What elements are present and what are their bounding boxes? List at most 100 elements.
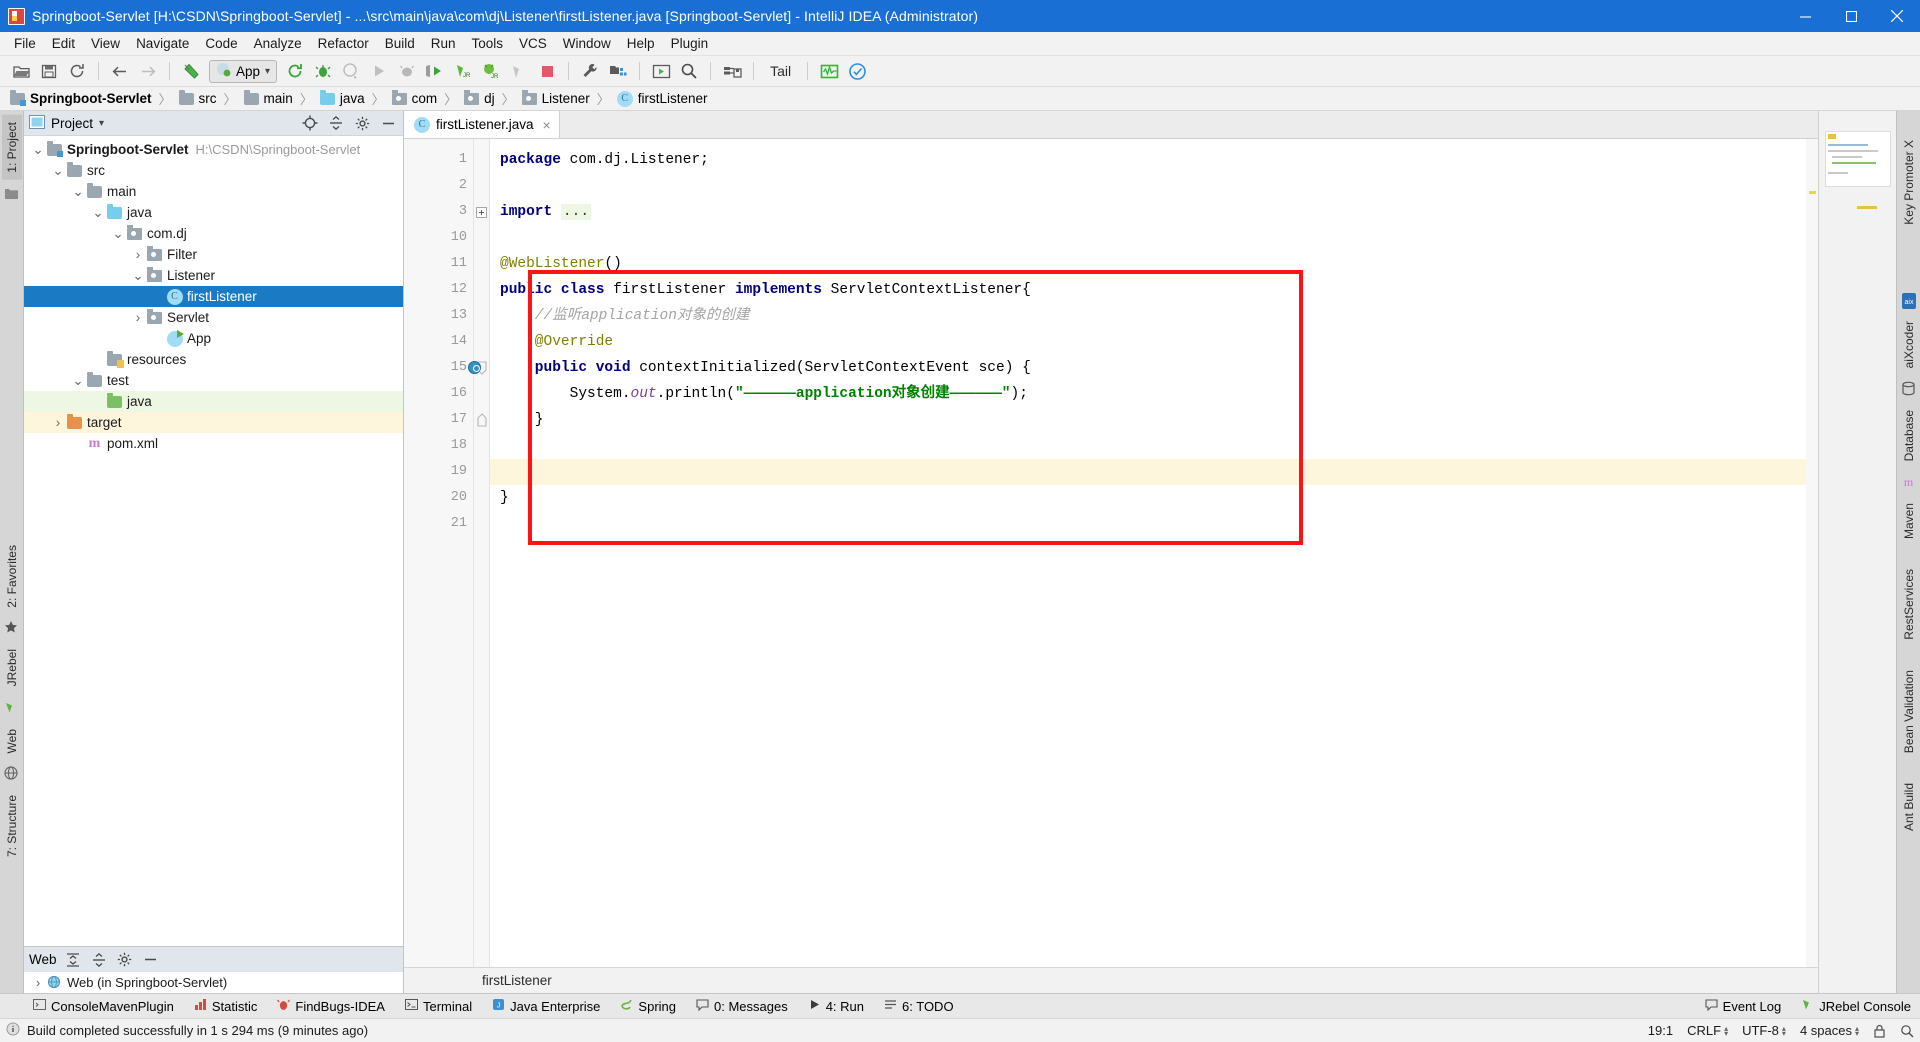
fold-region-end-icon[interactable] [474, 407, 489, 433]
forward-arrow-icon[interactable] [135, 59, 161, 84]
minimize-button[interactable] [1782, 0, 1828, 32]
chevron-down-icon[interactable]: ⌄ [90, 205, 106, 221]
line-number-2[interactable]: 2 [404, 173, 473, 199]
line-number-gutter[interactable]: 1 2 3 10 11 12 13 14 15 16 17 18 19 20 21 [404, 139, 481, 967]
menu-refactor[interactable]: Refactor [310, 34, 377, 53]
code-line-16[interactable]: System.out.println("——————application对象创… [490, 381, 1806, 407]
sidebar-item-jrebel[interactable]: JRebel [2, 642, 22, 693]
breadcrumb-item-com[interactable]: com [390, 89, 440, 106]
sidebar-item-restservices[interactable]: RestServices [1899, 562, 1919, 647]
tree-row-listener[interactable]: ⌄ Listener [24, 265, 403, 286]
tree-row-app[interactable]: App [24, 328, 403, 349]
debug-green-icon[interactable] [422, 59, 448, 84]
jrebel-icon[interactable] [4, 700, 20, 716]
bottom-tab-consolemavenplugin[interactable]: ConsoleMavenPlugin [24, 994, 183, 1019]
tree-row-servlet[interactable]: › Servlet [24, 307, 403, 328]
menu-analyze[interactable]: Analyze [246, 34, 310, 53]
bottom-tab-spring[interactable]: Spring [611, 994, 685, 1019]
menu-view[interactable]: View [83, 34, 128, 53]
structure-folder-icon[interactable] [4, 186, 20, 202]
code-line-20[interactable]: } [490, 485, 1806, 511]
close-button[interactable] [1874, 0, 1920, 32]
indent-selector[interactable]: 4 spaces ▴ ▾ [1800, 1023, 1859, 1038]
line-number-14[interactable]: 14 [404, 329, 473, 355]
database-icon[interactable] [1901, 381, 1917, 397]
menu-tools[interactable]: Tools [464, 34, 512, 53]
bottom-tab-terminal[interactable]: Terminal [396, 994, 481, 1019]
project-structure-icon[interactable] [605, 59, 631, 84]
sidebar-item-bean-validation[interactable]: Bean Validation [1899, 663, 1919, 760]
jrebel-debug-icon[interactable]: JR [478, 59, 504, 84]
check-circle-icon[interactable] [844, 59, 870, 84]
tree-row-resources[interactable]: resources [24, 349, 403, 370]
search-everywhere-icon[interactable] [676, 59, 702, 84]
menu-build[interactable]: Build [377, 34, 423, 53]
aixcoder-badge-icon[interactable]: aix [1901, 292, 1917, 309]
sidebar-item-aixcoder[interactable]: aiXcoder [1899, 314, 1919, 375]
chevron-down-icon[interactable]: ⌄ [50, 163, 66, 179]
hide-panel-icon[interactable] [141, 950, 161, 970]
bottom-tab-findbugs-idea[interactable]: FindBugs-IDEA [268, 994, 394, 1019]
sidebar-item-favorites[interactable]: 2: Favorites [2, 538, 22, 615]
code-minimap[interactable] [1825, 131, 1891, 187]
line-number-19[interactable]: 19 [404, 459, 473, 485]
editor-tab-firstlistener[interactable]: C firstListener.java × [404, 111, 560, 138]
code-line-12[interactable]: public class firstListener implements Se… [490, 277, 1806, 303]
warning-marker[interactable] [1809, 191, 1816, 194]
run-with-coverage-icon[interactable] [338, 59, 364, 84]
maven-icon[interactable]: m [1901, 474, 1917, 490]
code-line-17[interactable]: } [490, 407, 1806, 433]
line-number-1[interactable]: 1 [404, 147, 473, 173]
tree-row-firstlistener[interactable]: CfirstListener [24, 286, 403, 307]
run-icon[interactable] [366, 59, 392, 84]
bottom-tab-0-messages[interactable]: 0: Messages [687, 994, 797, 1019]
settings-wrench-icon[interactable] [577, 59, 603, 84]
lock-icon[interactable] [1873, 1024, 1886, 1038]
code-line-13[interactable]: //监听application对象的创建 [490, 303, 1806, 329]
bottom-tab-jrebel-console[interactable]: JRebel Console [1792, 994, 1920, 1019]
sidebar-item-structure[interactable]: 7: Structure [2, 788, 22, 864]
line-number-21[interactable]: 21 [404, 511, 473, 537]
update-app-icon[interactable] [648, 59, 674, 84]
menu-plugin[interactable]: Plugin [663, 34, 717, 53]
code-line-15[interactable]: public void contextInitialized(ServletCo… [490, 355, 1806, 381]
menu-edit[interactable]: Edit [44, 34, 83, 53]
close-icon[interactable]: × [543, 117, 551, 133]
sync-icon[interactable] [64, 59, 90, 84]
encoding-selector[interactable]: UTF-8 ▴ ▾ [1742, 1023, 1786, 1038]
run-configuration-selector[interactable]: App ▾ [209, 59, 278, 83]
sidebar-item-ant-build[interactable]: Ant Build [1899, 776, 1919, 838]
stop-profile-icon[interactable] [394, 59, 420, 84]
line-number-12[interactable]: 12 [404, 277, 473, 303]
locate-target-icon[interactable] [300, 113, 320, 133]
web-facet-row[interactable]: › Web (in Springboot-Servlet) [24, 972, 403, 993]
line-number-11[interactable]: 11 [404, 251, 473, 277]
chevron-down-icon[interactable]: ⌄ [70, 184, 86, 200]
caret-position[interactable]: 19:1 [1648, 1023, 1673, 1038]
line-number-13[interactable]: 13 [404, 303, 473, 329]
debug-icon[interactable] [310, 59, 336, 84]
code-line-3[interactable]: import ... [490, 199, 1806, 225]
tree-row-test[interactable]: ⌄ test [24, 370, 403, 391]
sidebar-item-project[interactable]: 1: Project [1, 115, 22, 180]
code-line-1[interactable]: package com.dj.Listener; [490, 147, 1806, 173]
code-line-11[interactable]: @WebListener() [490, 251, 1806, 277]
tree-row-src[interactable]: ⌄ src [24, 160, 403, 181]
chevron-down-icon[interactable]: ▾ [99, 118, 104, 129]
jrebel-run-icon[interactable]: JR [450, 59, 476, 84]
code-folding-column[interactable] [474, 139, 490, 967]
tree-row-target[interactable]: › target [24, 412, 403, 433]
rerun-icon[interactable] [282, 59, 308, 84]
line-number-17[interactable]: 17 [404, 407, 473, 433]
menu-code[interactable]: Code [197, 34, 245, 53]
breakpoint-marker[interactable] [468, 361, 481, 374]
expand-all-icon[interactable] [63, 950, 83, 970]
menu-window[interactable]: Window [555, 34, 619, 53]
breadcrumb-item-main[interactable]: main [242, 89, 295, 106]
code-content[interactable]: package com.dj.Listener; import ... @WebLi… [490, 139, 1806, 967]
line-number-10[interactable]: 10 [404, 225, 473, 251]
code-line-21[interactable] [490, 511, 1806, 537]
tree-row-java[interactable]: java [24, 391, 403, 412]
sidebar-item-maven[interactable]: Maven [1899, 496, 1919, 546]
breadcrumb-item-src[interactable]: src [177, 89, 219, 106]
